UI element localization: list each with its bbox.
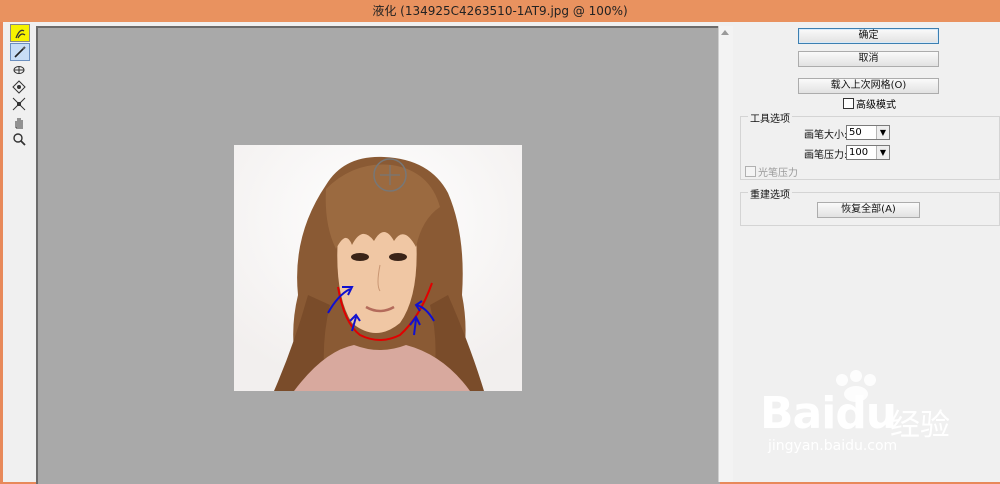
reconstruct-options-title: 重建选项 (748, 186, 792, 201)
hand-tool[interactable] (10, 114, 28, 130)
brush-size-select[interactable]: 50 ▼ (846, 125, 890, 140)
warp-icon (15, 29, 26, 39)
bloat-tool[interactable] (10, 79, 28, 95)
tool-options-title: 工具选项 (748, 110, 792, 125)
pucker-tool[interactable] (10, 62, 28, 78)
brush-size-label: 画笔大小: (804, 130, 848, 141)
watermark-brand-a: Bai (760, 388, 836, 439)
advanced-mode-label: 高级模式 (856, 100, 896, 111)
bloat-icon (12, 80, 26, 94)
brush-size-value: 50 (849, 127, 862, 138)
hand-icon (15, 118, 23, 129)
brush-pressure-value: 100 (849, 147, 869, 158)
portrait-image (234, 145, 522, 391)
watermark-brand-b: du (835, 388, 897, 439)
stylus-pressure-checkbox: 光笔压力 (745, 164, 798, 179)
tool-palette (6, 24, 30, 147)
load-last-mesh-button[interactable]: 载入上次网格(O) (798, 78, 939, 94)
forward-warp-tool[interactable] (10, 24, 30, 42)
brush-pressure-label: 画笔压力: (804, 150, 848, 161)
chevron-down-icon[interactable]: ▼ (876, 146, 889, 159)
restore-all-button[interactable]: 恢复全部(A) (817, 202, 920, 218)
scroll-up-icon[interactable] (721, 30, 729, 35)
vertical-scrollbar[interactable] (718, 26, 733, 482)
reconstruct-tool[interactable] (10, 43, 30, 61)
brush-icon (14, 46, 26, 58)
chevron-down-icon[interactable]: ▼ (876, 126, 889, 139)
push-icon (12, 97, 26, 111)
watermark-url: jingyan.baidu.com (768, 438, 898, 454)
zoom-tool[interactable] (10, 131, 28, 147)
cancel-button[interactable]: 取消 (798, 51, 939, 67)
push-left-tool[interactable] (10, 96, 28, 112)
stylus-pressure-label: 光笔压力 (758, 168, 798, 179)
pucker-icon (13, 66, 25, 74)
photo-preview[interactable] (234, 145, 522, 391)
brush-pressure-select[interactable]: 100 ▼ (846, 145, 890, 160)
watermark-cn: 经验 (890, 408, 950, 443)
zoom-icon (13, 133, 26, 146)
checkbox-box (745, 166, 756, 177)
checkbox-box[interactable] (843, 98, 854, 109)
ok-button[interactable]: 确定 (798, 28, 939, 44)
window-title: 液化 (134925C4263510-1AT9.jpg @ 100%) (0, 0, 1000, 22)
baidu-watermark: Baidu 经验 jingyan.baidu.com (760, 370, 1000, 470)
advanced-mode-checkbox[interactable]: 高级模式 (843, 96, 896, 111)
